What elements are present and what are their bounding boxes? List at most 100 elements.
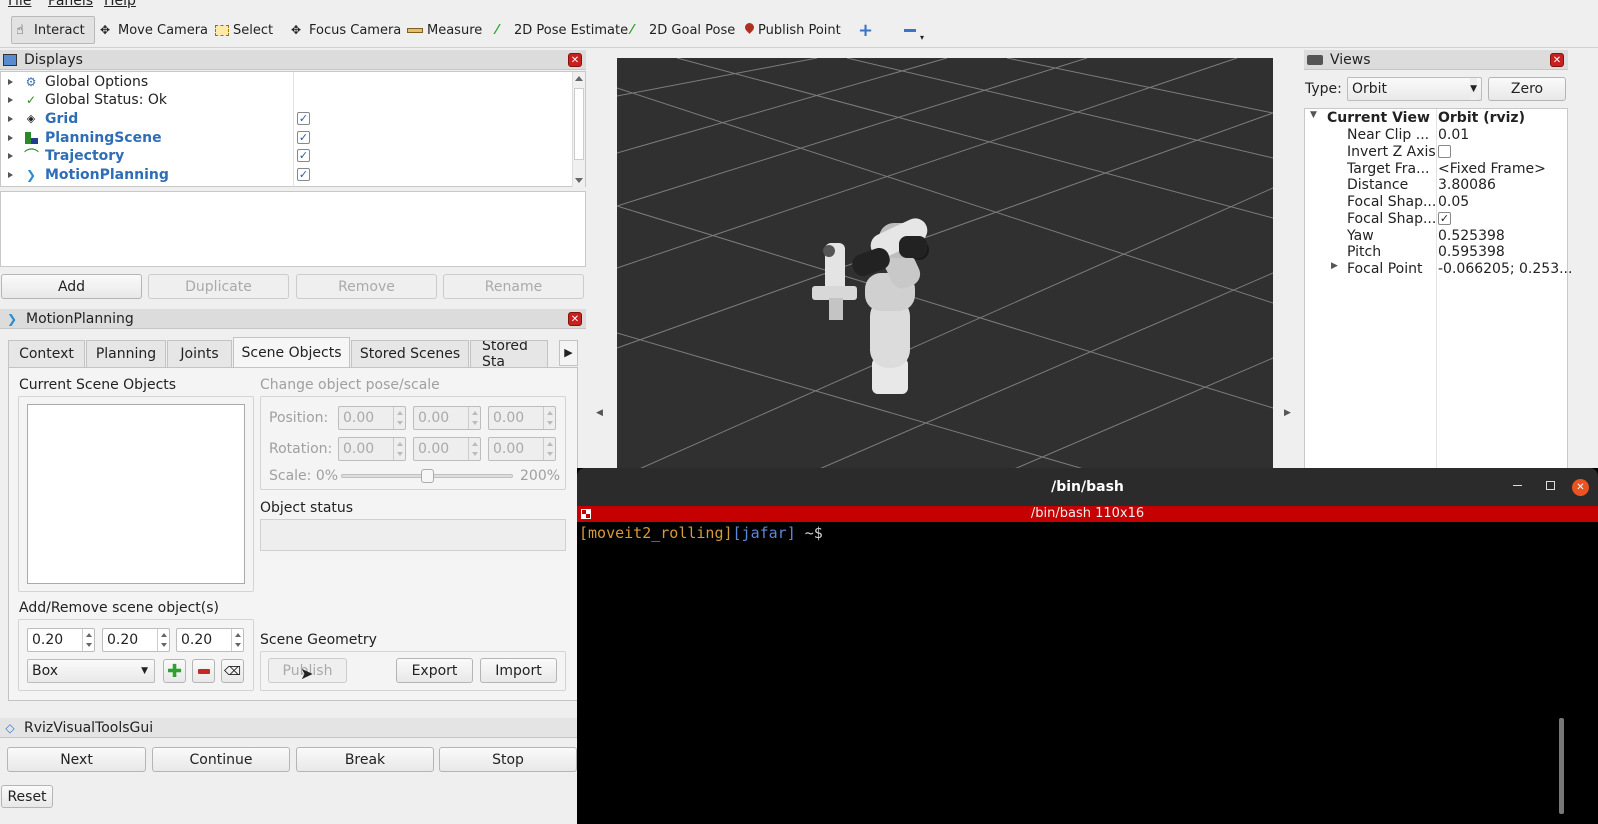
move-camera-tool-button[interactable]: ✥ Move Camera (96, 16, 212, 44)
expand-arrow-icon[interactable]: ▼ (1310, 110, 1317, 120)
menu-panels[interactable]: Panels (48, 0, 93, 9)
focal-shape-fixed-row[interactable]: Focal Shap... ✓ (1306, 211, 1566, 228)
menu-help[interactable]: Help (104, 0, 136, 9)
display-item-motion-planning[interactable]: ❯ MotionPlanning (1, 166, 293, 184)
scene-objects-list[interactable] (27, 404, 245, 584)
invert-z-checkbox[interactable] (1438, 145, 1451, 158)
expand-arrow-icon[interactable] (6, 78, 14, 86)
continue-button[interactable]: Continue (152, 747, 290, 772)
remove-tool-minus-icon[interactable]: ▾ (900, 16, 928, 44)
display-item-global-status[interactable]: ✓ Global Status: Ok (1, 91, 293, 109)
rotation-x-input[interactable]: 0.00 (338, 437, 406, 461)
export-scene-button[interactable]: Export (396, 658, 473, 683)
rename-display-button[interactable]: Rename (443, 274, 584, 299)
rotation-z-input[interactable]: 0.00 (488, 437, 556, 461)
next-button[interactable]: Next (7, 747, 146, 772)
camera-icon (1307, 54, 1323, 65)
near-clip-row[interactable]: Near Clip ... 0.01 (1306, 127, 1566, 144)
motion-planning-enable-checkbox[interactable]: ✓ (297, 168, 310, 181)
tab-scene-objects[interactable]: Scene Objects (233, 337, 350, 368)
display-item-trajectory[interactable]: ⌒ Trajectory (1, 147, 293, 165)
minimize-icon[interactable] (1513, 485, 1522, 486)
expand-arrow-icon[interactable] (6, 152, 14, 160)
remove-object-button[interactable] (192, 659, 215, 683)
maximize-icon[interactable] (1546, 481, 1555, 490)
expand-arrow-icon[interactable] (6, 96, 14, 104)
reset-button[interactable]: Reset (1, 785, 53, 808)
size-x-input[interactable]: 0.20 (27, 628, 95, 652)
motion-planning-icon: ❯ (25, 168, 37, 182)
import-scene-button[interactable]: Import (480, 658, 557, 683)
add-remove-label: Add/Remove scene object(s) (19, 600, 219, 616)
tab-planning[interactable]: Planning (86, 340, 166, 367)
close-icon[interactable]: ✕ (568, 53, 582, 67)
focus-camera-tool-button[interactable]: ✥ Focus Camera (287, 16, 405, 44)
add-tool-plus-icon[interactable]: + (854, 16, 877, 44)
scale-max-label: 200% (520, 468, 561, 484)
distance-row[interactable]: Distance 3.80086 (1306, 177, 1566, 194)
close-window-icon[interactable]: ✕ (1572, 479, 1589, 496)
close-icon[interactable]: ✕ (1550, 53, 1564, 67)
trajectory-enable-checkbox[interactable]: ✓ (297, 149, 310, 162)
expand-arrow-icon[interactable] (6, 115, 14, 123)
focal-point-row[interactable]: ▶ Focal Point -0.066205; 0.253... (1306, 261, 1572, 278)
focal-shape-size-row[interactable]: Focal Shap... 0.05 (1306, 194, 1566, 211)
tab-scroll-right-icon[interactable]: ▶ (559, 340, 578, 366)
expand-arrow-icon[interactable] (6, 171, 14, 179)
displays-scrollbar[interactable] (572, 72, 585, 187)
target-frame-row[interactable]: Target Fra... <Fixed Frame> (1306, 161, 1566, 178)
add-object-button[interactable]: ✚ (163, 659, 186, 683)
position-z-input[interactable]: 0.00 (488, 406, 556, 430)
goal-pose-tool-button[interactable]: ⁄ 2D Goal Pose (627, 16, 739, 44)
stop-button[interactable]: Stop (439, 747, 577, 772)
render-viewport[interactable] (617, 58, 1273, 470)
view-type-select[interactable]: Orbit (rviz_defau▼ (1347, 77, 1482, 101)
yaw-row[interactable]: Yaw 0.525398 (1306, 228, 1566, 245)
duplicate-display-button[interactable]: Duplicate (148, 274, 289, 299)
expand-arrow-icon[interactable]: ▶ (1331, 261, 1338, 271)
menu-file[interactable]: File (8, 0, 31, 9)
planning-scene-enable-checkbox[interactable]: ✓ (297, 131, 310, 144)
tab-context[interactable]: Context (8, 340, 85, 367)
break-button[interactable]: Break (296, 747, 434, 772)
grid-enable-checkbox[interactable]: ✓ (297, 112, 310, 125)
close-icon[interactable]: ✕ (568, 312, 582, 326)
remove-display-button[interactable]: Remove (296, 274, 437, 299)
terminal-title: /bin/bash (1051, 479, 1124, 495)
terminal-split-icon[interactable] (581, 509, 591, 519)
terminal-scrollbar[interactable] (1559, 718, 1564, 814)
terminal-titlebar[interactable]: /bin/bash ✕ (577, 468, 1598, 506)
focal-shape-checkbox[interactable]: ✓ (1438, 212, 1451, 225)
size-y-input[interactable]: 0.20 (102, 628, 170, 652)
tab-stored-scenes[interactable]: Stored Scenes (351, 340, 469, 367)
current-view-row[interactable]: ▼ Current View Orbit (rviz) (1306, 110, 1566, 127)
publish-point-tool-button[interactable]: Publish Point (740, 16, 845, 44)
invert-z-axis-row[interactable]: Invert Z Axis (1306, 144, 1566, 161)
pitch-row[interactable]: Pitch 0.595398 (1306, 244, 1566, 261)
collapse-right-arrow-icon[interactable]: ▶ (1284, 408, 1291, 418)
rotation-y-input[interactable]: 0.00 (413, 437, 481, 461)
scale-slider[interactable] (341, 469, 513, 483)
interact-tool-button[interactable]: ☝ Interact (11, 16, 95, 44)
grid-render (617, 58, 1273, 470)
zero-view-button[interactable]: Zero (1488, 77, 1566, 101)
select-tool-button[interactable]: Select (211, 16, 277, 44)
tab-stored-states[interactable]: Stored Sta (470, 340, 548, 367)
shape-select[interactable]: Box ▼ (27, 659, 155, 683)
displays-title: Displays (24, 51, 83, 68)
position-y-input[interactable]: 0.00 (413, 406, 481, 430)
collapse-left-arrow-icon[interactable]: ◀ (596, 408, 603, 418)
measure-tool-button[interactable]: Measure (403, 16, 486, 44)
position-x-input[interactable]: 0.00 (338, 406, 406, 430)
clear-objects-button[interactable]: ⌫ (221, 659, 244, 683)
display-item-global-options[interactable]: ⚙ Global Options (1, 73, 293, 91)
robot-arm-render (812, 218, 929, 394)
display-item-grid[interactable]: ◈ Grid (1, 110, 293, 128)
pose-estimate-tool-button[interactable]: ⁄ 2D Pose Estimate (492, 16, 632, 44)
scale-slider-handle[interactable] (420, 469, 434, 483)
tab-joints[interactable]: Joints (167, 340, 232, 367)
size-z-input[interactable]: 0.20 (176, 628, 244, 652)
display-item-planning-scene[interactable]: PlanningScene (1, 129, 293, 147)
add-display-button[interactable]: Add (1, 274, 142, 299)
expand-arrow-icon[interactable] (6, 134, 14, 142)
